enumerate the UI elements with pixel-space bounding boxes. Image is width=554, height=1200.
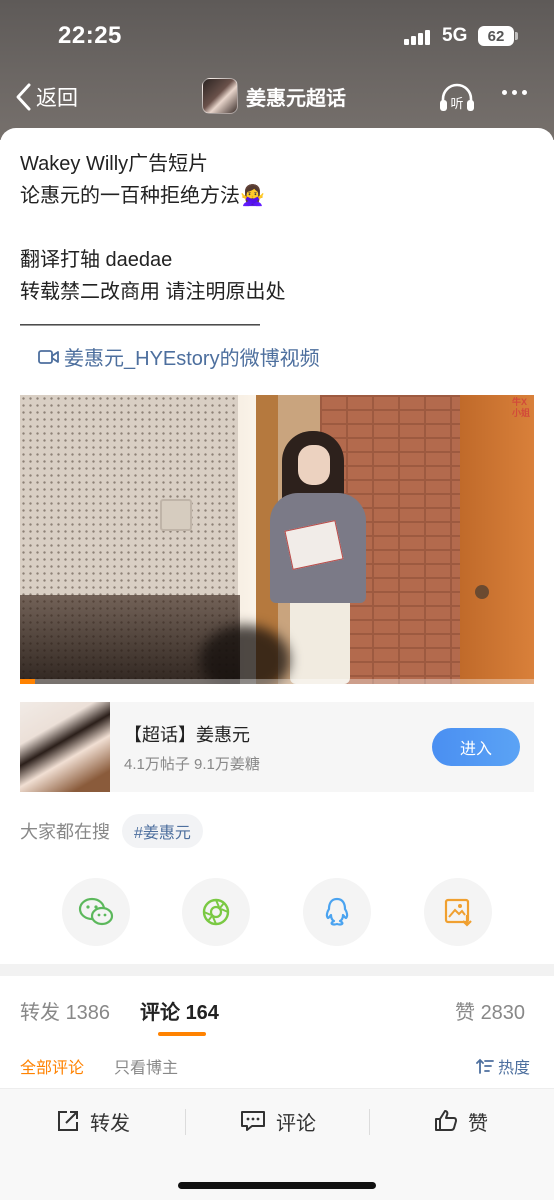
- chaohua-thumbnail: [20, 702, 110, 792]
- save-image-icon: [444, 898, 472, 927]
- post-line: 转载禁二改商用 请注明原出处: [20, 281, 286, 303]
- qq-icon: [325, 897, 349, 926]
- video-progress-bar[interactable]: [20, 679, 534, 684]
- search-tag[interactable]: #姜惠元: [122, 814, 203, 848]
- search-label: 大家都在搜: [20, 822, 110, 842]
- repost-button[interactable]: 转发: [56, 1107, 130, 1135]
- video-player[interactable]: 牛X 小姐: [20, 395, 534, 684]
- like-button[interactable]: 赞: [434, 1107, 488, 1135]
- share-moments-button[interactable]: [182, 878, 250, 946]
- video-progress-fill: [20, 679, 36, 684]
- video-watermark: 牛X 小姐: [512, 397, 531, 418]
- back-button[interactable]: 返回: [14, 82, 78, 112]
- share-qq-button[interactable]: [303, 878, 371, 946]
- page-title: 姜惠元超话: [246, 87, 346, 110]
- nav-title[interactable]: 姜惠元超话: [202, 78, 346, 114]
- tab-repost-label: 转发: [20, 1002, 60, 1024]
- save-image-button[interactable]: [424, 878, 492, 946]
- tab-comment-count: 164: [185, 1002, 219, 1024]
- trending-search: 大家都在搜 #姜惠元: [20, 814, 203, 848]
- filter-all-comments[interactable]: 全部评论: [20, 1054, 84, 1078]
- chaohua-card[interactable]: 【超话】姜惠元 4.1万帖子 9.1万姜糖 进入: [20, 702, 534, 792]
- battery-icon: 62: [478, 26, 514, 46]
- battery-tip: [515, 32, 518, 40]
- bottom-action-bar: 转发 评论 赞: [0, 1088, 554, 1200]
- chevron-left-icon: [16, 83, 31, 111]
- post-card: Wakey Willy广告短片 论惠元的一百种拒绝方法🙅‍♀️ 翻译打轴 dae…: [0, 128, 554, 964]
- signal-icon: [404, 29, 434, 45]
- listen-button[interactable]: 听: [438, 82, 476, 119]
- comment-icon: [241, 1111, 265, 1131]
- moments-icon: [202, 898, 230, 926]
- post-text: Wakey Willy广告短片 论惠元的一百种拒绝方法🙅‍♀️ 翻译打轴 dae…: [20, 148, 286, 340]
- more-options-icon[interactable]: [502, 90, 527, 95]
- post-line: ————————————: [20, 313, 260, 335]
- tab-repost[interactable]: 转发 1386: [20, 996, 110, 1025]
- nav-bar: 返回 姜惠元超话 听: [0, 72, 554, 124]
- wechat-icon: [78, 897, 114, 926]
- post-line: [20, 212, 286, 244]
- sort-button[interactable]: 热度: [476, 1054, 530, 1078]
- comment-button[interactable]: 评论: [240, 1107, 316, 1135]
- chaohua-stats: 4.1万帖子 9.1万姜糖: [124, 755, 260, 773]
- sort-icon: [476, 1058, 494, 1074]
- video-link[interactable]: 姜惠元_HYEstory的微博视频: [38, 342, 320, 371]
- post-line: Wakey Willy广告短片: [20, 153, 209, 175]
- headphones-icon: 听: [440, 83, 474, 112]
- listen-label: 听: [450, 97, 463, 112]
- share-row: [62, 878, 492, 946]
- network-type: 5G: [442, 25, 468, 46]
- tab-comment[interactable]: 评论 164: [140, 996, 219, 1025]
- status-bar: 22:25 5G 62: [0, 0, 554, 72]
- thumbs-up-icon: [435, 1110, 457, 1131]
- share-wechat-button[interactable]: [62, 878, 130, 946]
- repost-label: 转发: [90, 1112, 130, 1135]
- status-time: 22:25: [58, 22, 122, 49]
- interaction-tabs: 转发 1386 评论 164 赞 2830: [0, 976, 554, 1040]
- comment-label: 评论: [276, 1112, 316, 1135]
- video-camera-icon: [38, 349, 59, 364]
- filter-author-only[interactable]: 只看博主: [114, 1054, 178, 1078]
- tab-like[interactable]: 赞 2830: [455, 996, 525, 1025]
- back-label: 返回: [36, 87, 78, 110]
- tab-like-count: 2830: [480, 1002, 526, 1024]
- video-link-label: 姜惠元_HYEstory的微博视频: [64, 348, 320, 370]
- post-line: 论惠元的一百种拒绝方法🙅‍♀️: [20, 185, 265, 207]
- active-tab-indicator: [158, 1032, 206, 1036]
- chaohua-name: 【超话】姜惠元: [124, 724, 250, 745]
- avatar: [202, 78, 238, 114]
- like-label: 赞: [468, 1112, 488, 1135]
- tab-like-label: 赞: [455, 1002, 475, 1024]
- repost-icon: [58, 1111, 78, 1131]
- section-divider: [0, 964, 554, 976]
- enter-button[interactable]: 进入: [432, 728, 520, 766]
- comment-filters: 全部评论 只看博主 热度: [0, 1040, 554, 1088]
- tab-repost-count: 1386: [65, 1002, 111, 1024]
- tab-comment-label: 评论: [140, 1002, 180, 1024]
- post-line: 翻译打轴 daedae: [20, 249, 173, 271]
- sort-label: 热度: [498, 1060, 531, 1077]
- home-indicator: [178, 1182, 376, 1189]
